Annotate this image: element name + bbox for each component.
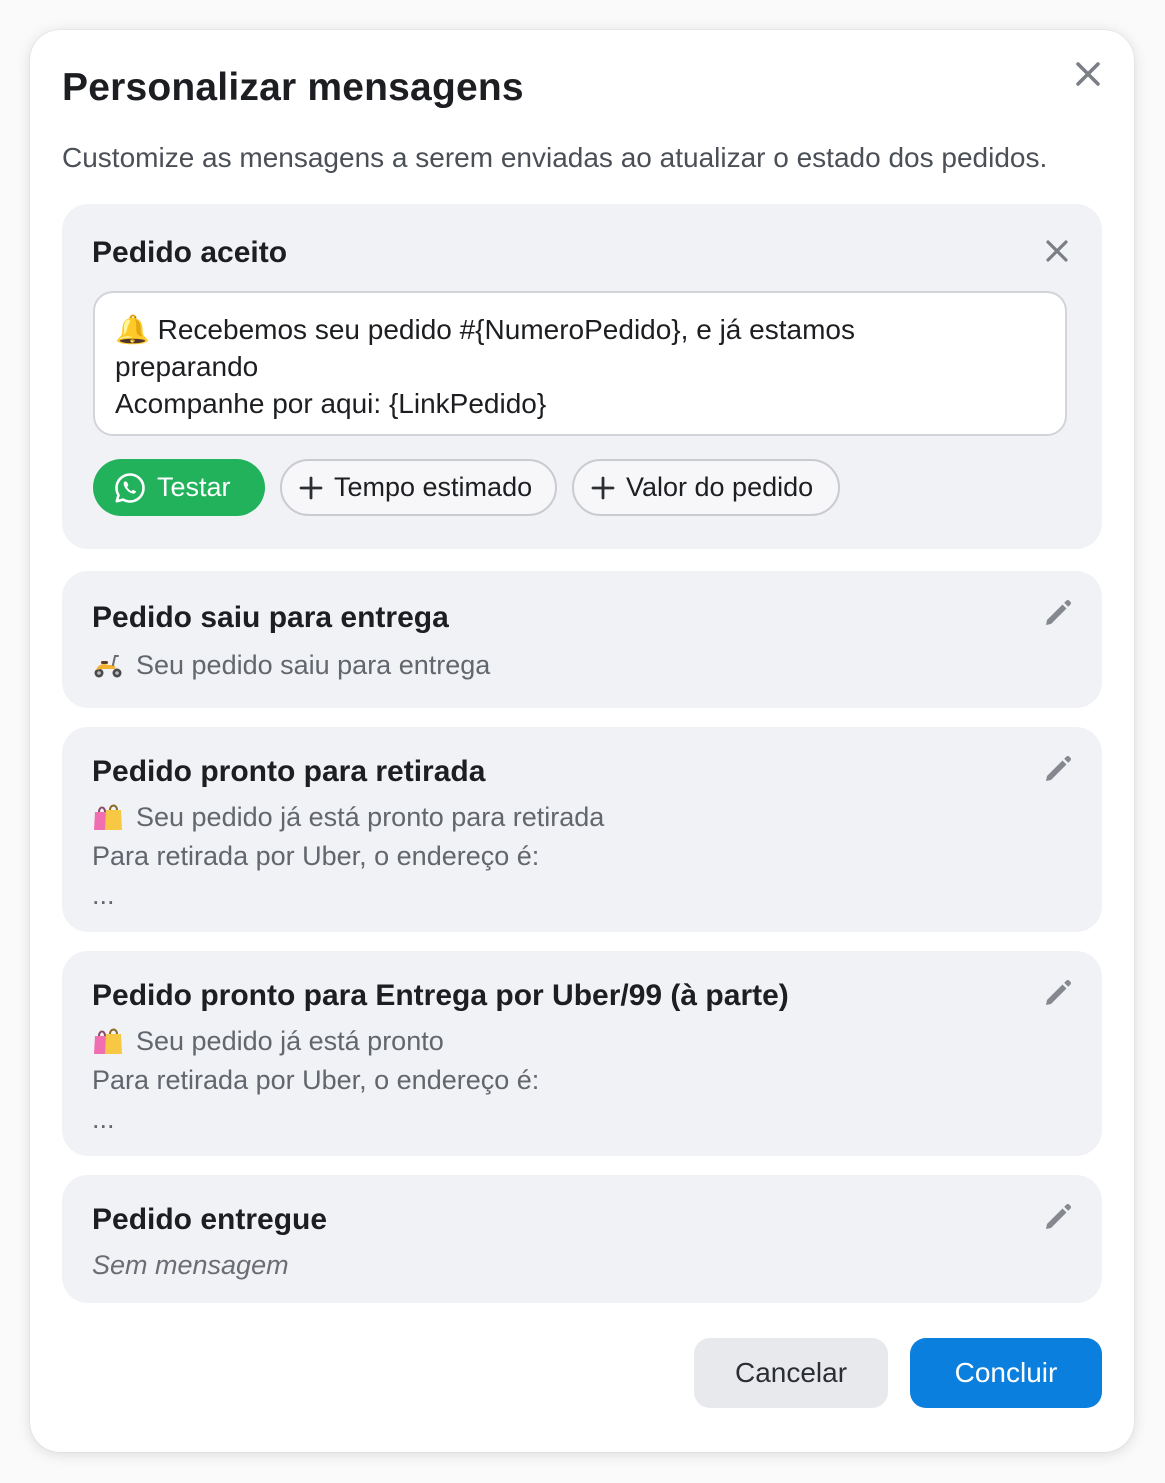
pencil-icon[interactable] (1040, 751, 1076, 787)
message-preview-line: Seu pedido já está pronto (136, 1026, 444, 1056)
message-textarea[interactable]: 🔔 Recebemos seu pedido #{NumeroPedido}, … (93, 291, 1067, 436)
message-card-ready-for-pickup[interactable]: Pedido pronto para retirada Seu pedido j… (62, 727, 1102, 932)
estimated-time-label: Tempo estimado (334, 472, 533, 502)
plus-icon (299, 476, 323, 499)
card-title: Pedido entregue (92, 1203, 328, 1236)
customize-messages-dialog: Personalizar mensagens Customize as mens… (30, 30, 1134, 1452)
pencil-icon[interactable] (1040, 1199, 1076, 1235)
whatsapp-icon (115, 472, 145, 503)
pencil-icon[interactable] (1040, 595, 1076, 631)
scooter-icon (94, 655, 122, 678)
card-title: Pedido pronto para retirada (92, 755, 486, 788)
insert-estimated-time-button[interactable]: Tempo estimado (280, 459, 557, 516)
pencil-icon[interactable] (1040, 975, 1076, 1011)
message-preview: Sem mensagem (92, 1246, 289, 1285)
message-preview: Seu pedido já está pronto para retirada … (92, 798, 604, 915)
close-icon[interactable] (1070, 56, 1106, 92)
test-button-label: Testar (157, 472, 231, 502)
message-preview-line: Para retirada por Uber, o endereço é: (92, 1065, 540, 1095)
confirm-button[interactable]: Concluir (910, 1338, 1102, 1408)
message-card-out-for-delivery[interactable]: Pedido saiu para entrega Seu pedido saiu… (62, 571, 1102, 708)
shopping-bags-icon (94, 804, 122, 830)
shopping-bags-icon (94, 1028, 122, 1054)
close-icon[interactable] (1042, 236, 1072, 266)
plus-icon (591, 476, 615, 499)
message-line: preparando (115, 351, 259, 382)
message-preview-ellipsis: ... (92, 880, 115, 910)
card-title: Pedido saiu para entrega (92, 601, 449, 634)
card-title: Pedido aceito (92, 236, 288, 269)
dialog-title: Personalizar mensagens (62, 66, 524, 109)
message-preview-ellipsis: ... (92, 1104, 115, 1134)
insert-order-value-button[interactable]: Valor do pedido (572, 459, 840, 516)
cancel-button[interactable]: Cancelar (694, 1338, 888, 1408)
message-line: 🔔 Recebemos seu pedido #{NumeroPedido}, … (115, 314, 855, 345)
order-value-label: Valor do pedido (626, 472, 814, 502)
test-whatsapp-button[interactable]: Testar (93, 459, 265, 516)
message-preview-line: Seu pedido saiu para entrega (136, 650, 491, 680)
message-preview-line: Seu pedido já está pronto para retirada (136, 802, 605, 832)
message-card-delivered[interactable]: Pedido entregue Sem mensagem (62, 1175, 1102, 1303)
message-line: Acompanhe por aqui: {LinkPedido} (115, 388, 547, 419)
message-preview: Seu pedido já está pronto Para retirada … (92, 1022, 539, 1139)
message-preview-line: Para retirada por Uber, o endereço é: (92, 841, 540, 871)
card-title: Pedido pronto para Entrega por Uber/99 (… (92, 979, 789, 1012)
message-card-accepted: Pedido aceito 🔔 Recebemos seu pedido #{N… (62, 204, 1102, 549)
message-card-ready-for-uber-delivery[interactable]: Pedido pronto para Entrega por Uber/99 (… (62, 951, 1102, 1156)
message-preview: Seu pedido saiu para entrega (92, 646, 490, 685)
no-message-text: Sem mensagem (92, 1250, 289, 1280)
dialog-subtitle: Customize as mensagens a serem enviadas … (62, 142, 1048, 173)
